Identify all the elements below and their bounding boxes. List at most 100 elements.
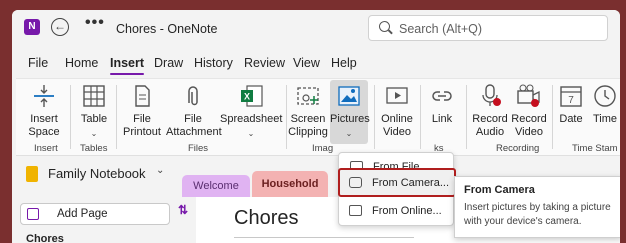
pictures-icon bbox=[336, 83, 362, 109]
record-audio-label-1: Record bbox=[472, 113, 508, 125]
date-label: Date bbox=[559, 113, 583, 125]
divider bbox=[286, 85, 287, 149]
link-label: Link bbox=[431, 113, 453, 125]
section-tab-household[interactable]: Household bbox=[252, 171, 328, 197]
record-audio-icon bbox=[477, 83, 503, 109]
add-page-button[interactable]: Add Page bbox=[20, 203, 170, 225]
divider bbox=[466, 85, 467, 149]
online-video-icon bbox=[384, 83, 410, 109]
tooltip-title: From Camera bbox=[464, 184, 535, 196]
add-page-label: Add Page bbox=[57, 208, 108, 220]
spreadsheet-label: Spreadsheet bbox=[220, 113, 283, 125]
chevron-down-icon[interactable]: ⌄ bbox=[156, 165, 164, 176]
svg-text:X: X bbox=[244, 92, 250, 102]
date-button[interactable]: 7 Date bbox=[556, 83, 586, 126]
tab-review[interactable]: Review bbox=[244, 56, 285, 70]
record-audio-button[interactable]: Record Audio bbox=[470, 83, 510, 139]
window-title: Chores - OneNote bbox=[116, 22, 218, 36]
tab-view[interactable]: View bbox=[293, 56, 320, 70]
page-list-pane: Add Page ⇅ Chores bbox=[16, 197, 194, 243]
spreadsheet-icon: X bbox=[238, 83, 264, 109]
group-label-tables: Tables bbox=[80, 143, 108, 154]
time-label: Time bbox=[592, 113, 618, 125]
file-printout-label-1: File bbox=[133, 113, 151, 125]
file-attachment-label-2: Attachment bbox=[166, 126, 222, 138]
online-picture-icon bbox=[349, 205, 362, 216]
title-underline bbox=[234, 237, 414, 238]
tab-help[interactable]: Help bbox=[331, 56, 357, 70]
date-icon: 7 bbox=[558, 83, 584, 109]
record-video-label-2: Video bbox=[515, 126, 543, 138]
divider bbox=[116, 85, 117, 149]
onenote-window: N ← ••• Chores - OneNote Search (Alt+Q) … bbox=[12, 10, 620, 243]
menu-item-from-camera[interactable]: From Camera... bbox=[338, 168, 456, 197]
link-button[interactable]: Link bbox=[424, 83, 460, 126]
notebook-name[interactable]: Family Notebook bbox=[48, 166, 146, 181]
sort-icon[interactable]: ⇅ bbox=[178, 203, 188, 217]
more-icon[interactable]: ••• bbox=[85, 14, 105, 32]
section-tab-welcome[interactable]: Welcome bbox=[182, 175, 250, 197]
search-input[interactable]: Search (Alt+Q) bbox=[368, 15, 608, 41]
table-icon bbox=[81, 83, 107, 109]
table-label: Table bbox=[80, 113, 108, 125]
tab-history[interactable]: History bbox=[194, 56, 233, 70]
screen-clipping-button[interactable]: Screen Clipping bbox=[288, 83, 328, 139]
file-printout-label-2: Printout bbox=[123, 126, 161, 138]
divider bbox=[374, 85, 375, 149]
insert-space-button[interactable]: Insert Space bbox=[24, 83, 64, 139]
page-title[interactable]: Chores bbox=[234, 207, 298, 230]
pictures-button-content: Pictures ⌄ bbox=[330, 83, 370, 140]
record-audio-label-2: Audio bbox=[475, 126, 505, 138]
table-button[interactable]: Table ⌄ bbox=[76, 83, 112, 140]
group-label-insert: Insert bbox=[34, 143, 58, 154]
search-placeholder: Search (Alt+Q) bbox=[399, 22, 483, 36]
divider bbox=[420, 85, 421, 149]
menu-item-content: From Camera... bbox=[342, 172, 450, 194]
screen-clipping-icon bbox=[295, 83, 321, 109]
record-video-label-1: Record bbox=[511, 113, 547, 125]
spreadsheet-button[interactable]: X Spreadsheet ⌄ bbox=[220, 83, 282, 140]
tab-insert[interactable]: Insert bbox=[110, 56, 145, 75]
insert-space-label-2: Space bbox=[28, 126, 60, 138]
record-video-icon bbox=[516, 83, 542, 109]
insert-space-icon bbox=[31, 83, 57, 109]
svg-text:7: 7 bbox=[568, 95, 574, 106]
time-button[interactable]: Time bbox=[590, 83, 620, 126]
group-label-images: Imag bbox=[312, 143, 334, 154]
title-bar: N ← ••• Chores - OneNote Search (Alt+Q) bbox=[12, 10, 620, 46]
divider bbox=[70, 85, 71, 149]
pictures-button[interactable]: Pictures ⌄ bbox=[330, 80, 370, 144]
file-attachment-label-1: File bbox=[184, 113, 202, 125]
pictures-label: Pictures bbox=[330, 113, 370, 125]
record-video-button[interactable]: Record Video bbox=[510, 83, 548, 139]
camera-icon bbox=[349, 176, 362, 188]
menu-item-label: From Online... bbox=[372, 205, 442, 217]
insert-space-label-1: Insert bbox=[30, 113, 58, 125]
add-page-icon bbox=[27, 208, 39, 220]
back-icon[interactable]: ← bbox=[51, 18, 69, 36]
file-attachment-icon bbox=[180, 83, 206, 109]
page-list-item[interactable]: Chores bbox=[26, 233, 64, 243]
link-icon bbox=[429, 83, 455, 109]
file-printout-icon bbox=[129, 83, 155, 109]
screen-clipping-label-1: Screen bbox=[290, 113, 326, 125]
tooltip: From Camera Insert pictures by taking a … bbox=[454, 176, 620, 238]
group-label-files: Files bbox=[188, 143, 209, 154]
tab-draw[interactable]: Draw bbox=[154, 56, 183, 70]
chevron-down-icon: ⌄ bbox=[247, 129, 255, 138]
online-video-button[interactable]: Online Video bbox=[378, 83, 416, 139]
tab-file[interactable]: File bbox=[28, 56, 48, 70]
online-video-label-2: Video bbox=[383, 126, 411, 138]
file-attachment-button[interactable]: File Attachment bbox=[166, 83, 222, 139]
onenote-app-icon: N bbox=[24, 19, 40, 35]
file-printout-button[interactable]: File Printout bbox=[120, 83, 164, 139]
menu-bar: File Home Insert Draw History Review Vie… bbox=[12, 54, 620, 78]
tab-home[interactable]: Home bbox=[65, 56, 98, 70]
chevron-down-icon: ⌄ bbox=[90, 129, 98, 138]
menu-item-label: From Camera... bbox=[372, 176, 450, 189]
screen-clipping-label-2: Clipping bbox=[288, 126, 328, 138]
divider bbox=[552, 85, 553, 149]
tooltip-body: Insert pictures by taking a picture with… bbox=[464, 202, 611, 227]
menu-item-from-online[interactable]: From Online... bbox=[342, 200, 450, 222]
chevron-down-icon: ⌄ bbox=[345, 129, 353, 138]
